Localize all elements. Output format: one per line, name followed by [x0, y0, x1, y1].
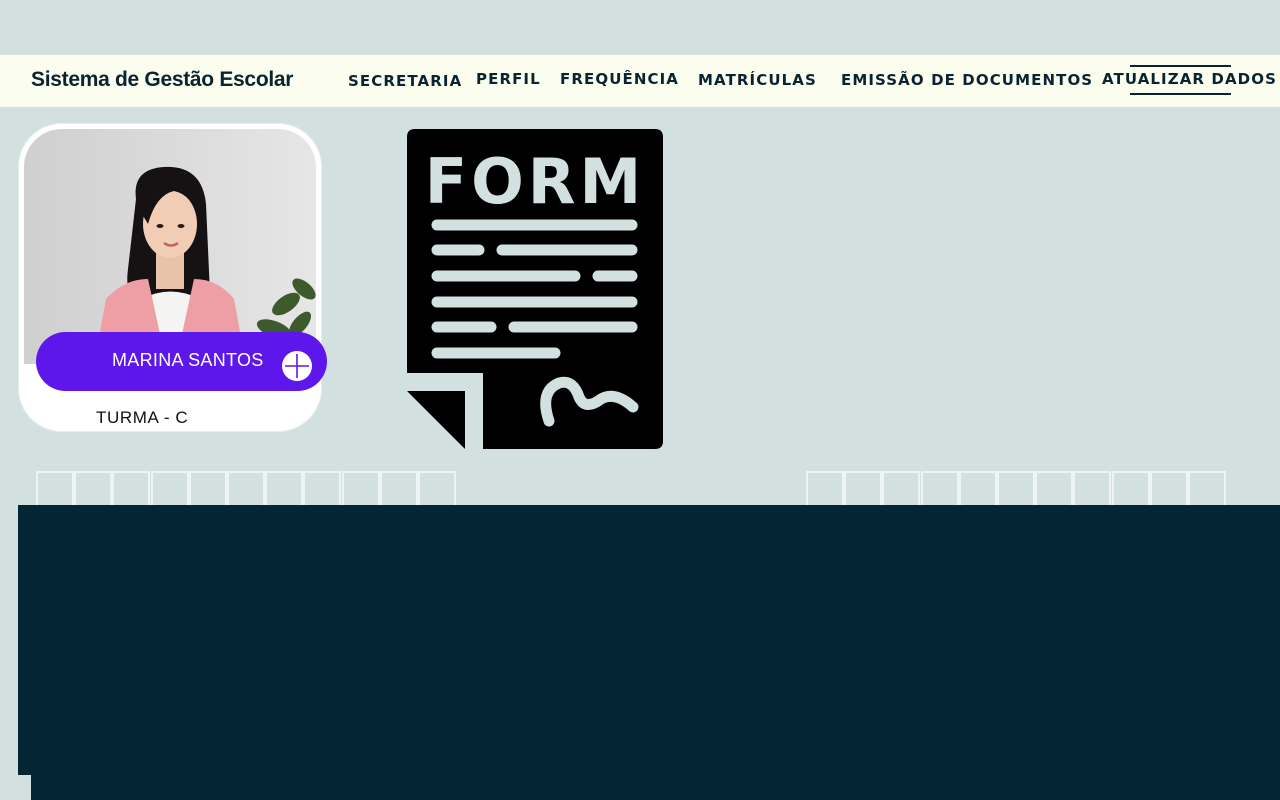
grid-cell: [882, 471, 921, 505]
grid-cell: [418, 471, 456, 505]
plus-icon: [285, 354, 309, 378]
nav-item-emissao-documentos[interactable]: EMISSÃO DE DOCUMENTOS: [841, 71, 1093, 89]
grid-cell: [150, 471, 189, 505]
grid-cell: [920, 471, 959, 505]
student-class: TURMA - C: [96, 408, 189, 427]
grid-cell: [997, 471, 1035, 505]
nav-item-matriculas[interactable]: MATRÍCULAS: [698, 71, 817, 89]
profile-photo: [24, 129, 316, 364]
nav-item-atualizar-dados[interactable]: ATUALIZAR DADOS: [1102, 70, 1277, 88]
grid-cell: [36, 471, 74, 505]
form-document-icon[interactable]: FORM: [407, 129, 663, 449]
grid-cell: [1149, 471, 1188, 505]
nav-item-frequencia[interactable]: FREQUÊNCIA: [560, 70, 679, 88]
grid-cell: [112, 471, 151, 505]
grid-cell: [1035, 471, 1074, 505]
grid-cell: [265, 471, 304, 505]
panel-notch: [18, 775, 31, 800]
top-navbar: Sistema de Gestão Escolar SECRETARIA PER…: [0, 55, 1280, 107]
main-content-panel: [18, 505, 1280, 800]
grid-cell: [1111, 471, 1150, 505]
active-nav-underline: [1130, 93, 1231, 95]
grid-cell: [806, 471, 844, 505]
add-button[interactable]: [282, 351, 312, 381]
active-nav-underline-top: [1130, 65, 1231, 67]
grid-cell: [844, 471, 883, 505]
nav-item-secretaria[interactable]: SECRETARIA: [348, 72, 462, 90]
nav-item-perfil[interactable]: PERFIL: [476, 70, 541, 88]
grid-cell: [1188, 471, 1226, 505]
grid-cell: [341, 471, 380, 505]
grid-cell: [188, 471, 227, 505]
app-title: Sistema de Gestão Escolar: [31, 68, 294, 91]
grid-cell: [1073, 471, 1112, 505]
student-name-button[interactable]: MARINA SANTOS: [36, 332, 327, 391]
grid-strip-left: [36, 471, 458, 507]
grid-cell: [303, 471, 342, 505]
form-label: FORM: [425, 145, 646, 218]
grid-strip-right: [806, 471, 1228, 507]
grid-cell: [227, 471, 265, 505]
grid-cell: [958, 471, 997, 505]
grid-cell: [74, 471, 113, 505]
grid-cell: [379, 471, 418, 505]
student-name: MARINA SANTOS: [112, 350, 264, 370]
